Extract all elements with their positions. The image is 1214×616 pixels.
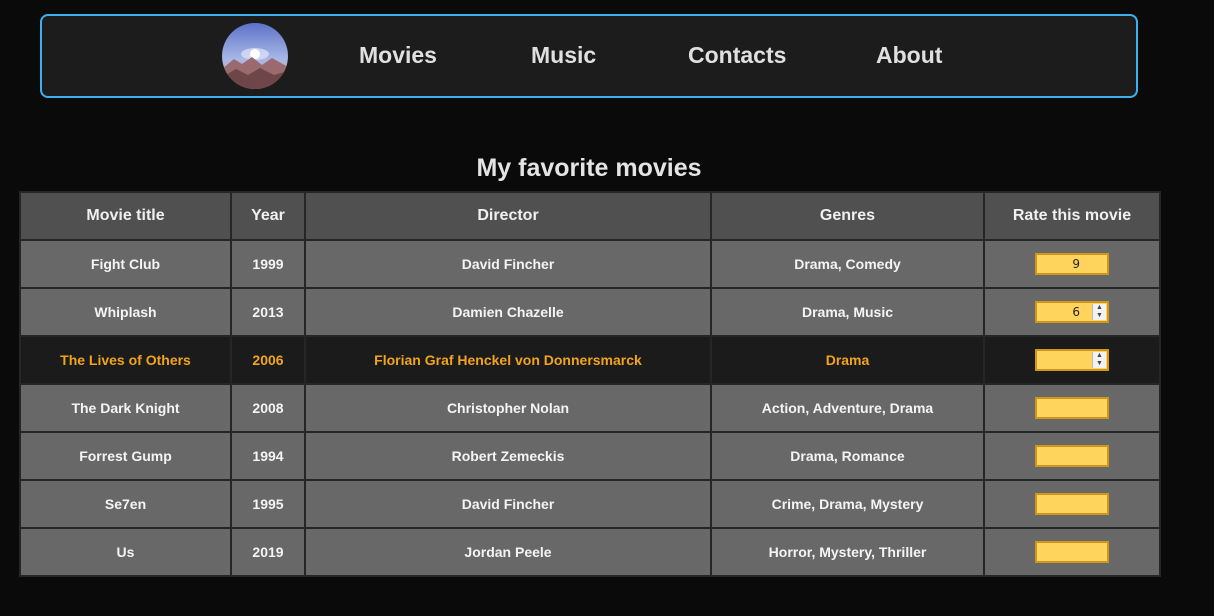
cell-genres: Drama, Comedy — [710, 239, 985, 289]
cell-genres: Drama — [710, 335, 985, 385]
cell-director: Christopher Nolan — [304, 383, 712, 433]
table-row: The Dark Knight 2008 Christopher Nolan A… — [19, 383, 1161, 433]
cell-title: The Dark Knight — [19, 383, 232, 433]
rating-input[interactable] — [1037, 255, 1080, 273]
navbar: Movies Music Contacts About — [40, 14, 1138, 98]
rating-field — [1035, 253, 1109, 275]
cell-rate: ▲▼ — [983, 287, 1161, 337]
cell-rate — [983, 527, 1161, 577]
header-movie-title: Movie title — [19, 191, 232, 241]
rating-input[interactable] — [1037, 351, 1080, 369]
spinner-arrows-icon[interactable]: ▲ ▼ — [1092, 304, 1106, 320]
cell-genres: Drama, Romance — [710, 431, 985, 481]
cell-title: Fight Club — [19, 239, 232, 289]
cell-genres: Action, Adventure, Drama — [710, 383, 985, 433]
cell-year: 2006 — [230, 335, 306, 385]
rating-input[interactable] — [1037, 447, 1091, 465]
header-rate: Rate this movie — [983, 191, 1161, 241]
nav-link-about[interactable]: About — [876, 40, 942, 70]
header-genres: Genres — [710, 191, 985, 241]
cell-year: 1995 — [230, 479, 306, 529]
rating-field — [1035, 493, 1109, 515]
cell-rate: ▲▼ — [983, 335, 1161, 385]
cell-rate — [983, 383, 1161, 433]
table-row: Fight Club 1999 David Fincher Drama, Com… — [19, 239, 1161, 289]
cell-year: 1999 — [230, 239, 306, 289]
table-row: Us 2019 Jordan Peele Horror, Mystery, Th… — [19, 527, 1161, 577]
rating-input[interactable] — [1037, 543, 1091, 561]
cell-rate — [983, 479, 1161, 529]
cell-genres: Crime, Drama, Mystery — [710, 479, 985, 529]
cell-genres: Horror, Mystery, Thriller — [710, 527, 985, 577]
table-row: Whiplash 2013 Damien Chazelle Drama, Mus… — [19, 287, 1161, 337]
rating-field: ▲▼ — [1035, 301, 1109, 323]
rating-input[interactable] — [1037, 399, 1091, 417]
rating-input[interactable] — [1037, 303, 1080, 321]
table-row: The Lives of Others 2006 Florian Graf He… — [19, 335, 1161, 385]
table-row: Forrest Gump 1994 Robert Zemeckis Drama,… — [19, 431, 1161, 481]
cell-year: 2019 — [230, 527, 306, 577]
movies-table: Movie title Year Director Genres Rate th… — [19, 191, 1161, 577]
cell-year: 1994 — [230, 431, 306, 481]
cell-director: Florian Graf Henckel von Donnersmarck — [304, 335, 712, 385]
cell-genres: Drama, Music — [710, 287, 985, 337]
nav-link-movies[interactable]: Movies — [359, 40, 437, 70]
rating-field: ▲▼ — [1035, 349, 1109, 371]
cell-title: Forrest Gump — [19, 431, 232, 481]
nav-link-music[interactable]: Music — [531, 40, 596, 70]
page-title: My favorite movies — [476, 153, 702, 182]
mountain-landscape-logo-icon — [222, 23, 288, 89]
rating-field — [1035, 397, 1109, 419]
rating-field — [1035, 541, 1109, 563]
rating-input[interactable] — [1037, 495, 1091, 513]
cell-title: Whiplash — [19, 287, 232, 337]
cell-director: Robert Zemeckis — [304, 431, 712, 481]
cell-year: 2013 — [230, 287, 306, 337]
cell-title: The Lives of Others — [19, 335, 232, 385]
header-year: Year — [230, 191, 306, 241]
rating-field — [1035, 445, 1109, 467]
cell-year: 2008 — [230, 383, 306, 433]
cell-director: Damien Chazelle — [304, 287, 712, 337]
cell-title: Se7en — [19, 479, 232, 529]
spinner-arrows-icon[interactable]: ▲ ▼ — [1092, 352, 1106, 368]
nav-link-contacts[interactable]: Contacts — [688, 40, 786, 70]
site-logo[interactable] — [222, 23, 288, 89]
table-row: Se7en 1995 David Fincher Crime, Drama, M… — [19, 479, 1161, 529]
table-header-row: Movie title Year Director Genres Rate th… — [19, 191, 1161, 241]
header-director: Director — [304, 191, 712, 241]
cell-title: Us — [19, 527, 232, 577]
cell-director: David Fincher — [304, 239, 712, 289]
cell-director: David Fincher — [304, 479, 712, 529]
cell-rate — [983, 239, 1161, 289]
cell-director: Jordan Peele — [304, 527, 712, 577]
cell-rate — [983, 431, 1161, 481]
